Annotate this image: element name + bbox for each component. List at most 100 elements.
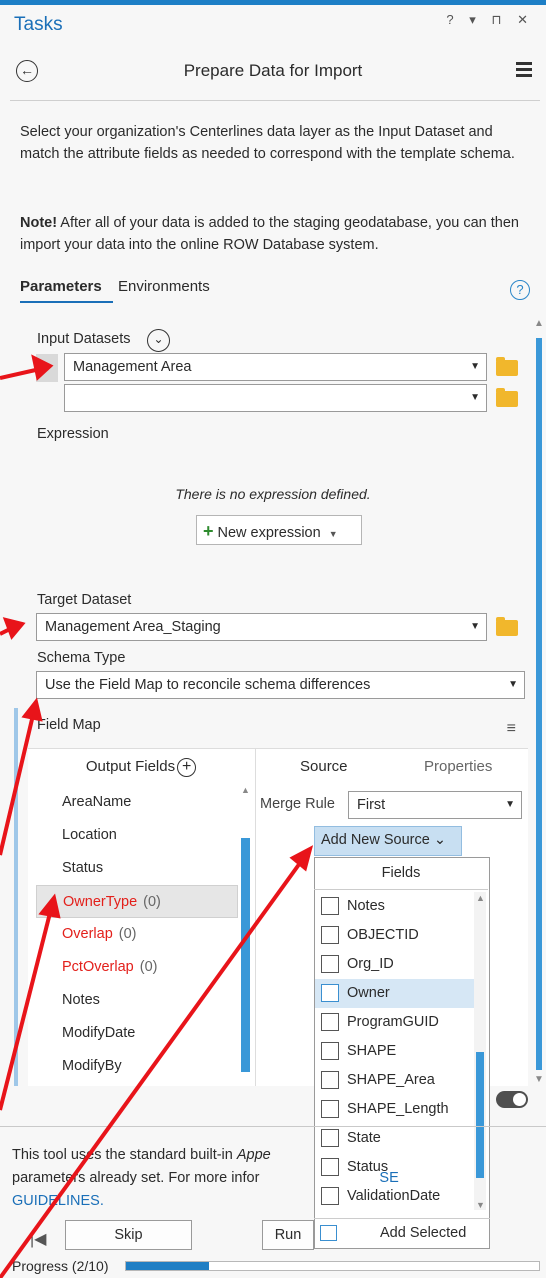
output-field-name: Notes [62, 992, 100, 1008]
field-label: Notes [347, 898, 385, 914]
field-label: ProgramGUID [347, 1014, 439, 1030]
checkbox[interactable] [321, 1071, 339, 1089]
pane-title: Tasks [14, 14, 63, 35]
help-icon[interactable]: ? [510, 280, 530, 300]
field-checkbox-item[interactable]: Org_ID [315, 950, 474, 979]
dropdown-caret-icon: ▼ [470, 361, 480, 372]
field-map-options-icon[interactable]: ≡ [507, 720, 516, 738]
note-bold: Note! [20, 215, 58, 231]
field-map-focus-band [14, 708, 18, 1086]
add-field-plus-icon[interactable]: + [177, 758, 197, 777]
checkbox[interactable] [321, 1100, 339, 1118]
folder-icon[interactable] [496, 388, 518, 407]
checkbox[interactable] [321, 1042, 339, 1060]
guidelines-link[interactable]: GUIDELINES. [12, 1193, 104, 1209]
parameters-scrollbar[interactable] [536, 338, 542, 1070]
no-expression-text: There is no expression defined. [175, 486, 371, 502]
output-field-name: Status [62, 860, 104, 876]
field-checkbox-item[interactable]: SHAPE [315, 1037, 474, 1066]
field-checkbox-item[interactable]: ProgramGUID [315, 1008, 474, 1037]
dropdown-caret-icon: ▼ [328, 529, 338, 539]
output-field-name: PctOverlap [62, 959, 134, 975]
expression-label: Expression [37, 426, 109, 442]
target-dataset-combo[interactable]: Management Area_Staging ▼ [36, 613, 487, 641]
active-tab-underline [20, 301, 113, 303]
list-icon [320, 1225, 337, 1241]
folder-icon[interactable] [496, 617, 518, 636]
target-dataset-label: Target Dataset [37, 592, 132, 608]
field-checkbox-item[interactable]: SHAPE_Length [315, 1095, 474, 1124]
merge-rule-combo[interactable]: First ▼ [348, 791, 522, 819]
tab-parameters[interactable]: Parameters [20, 278, 102, 295]
row-selection-marker[interactable] [36, 354, 58, 382]
annotation-arrow [0, 367, 41, 380]
checkbox[interactable] [321, 926, 339, 944]
scroll-up-arrow-icon[interactable]: ▲ [241, 785, 250, 795]
field-label: Org_ID [347, 956, 394, 972]
add-new-source-button[interactable]: Add New Source ⌄ [314, 826, 462, 856]
output-field-item[interactable]: Overlap (0) [36, 918, 238, 951]
output-field-count: (0) [118, 926, 137, 942]
field-label: SHAPE_Length [347, 1101, 449, 1117]
field-label: Owner [347, 985, 390, 1001]
tab-environments[interactable]: Environments [118, 278, 210, 295]
checkbox[interactable] [321, 1013, 339, 1031]
output-field-item[interactable]: ModifyBy [36, 1050, 238, 1083]
new-expression-button[interactable]: + New expression ▼ [196, 515, 362, 545]
add-selected-button[interactable]: Add Selected [314, 1218, 490, 1249]
field-checkbox-item[interactable]: Notes [315, 892, 474, 921]
output-field-item[interactable]: ModifyDate [36, 1017, 238, 1050]
first-step-icon[interactable]: |◀ [30, 1229, 46, 1249]
task-title: Prepare Data for Import [183, 61, 363, 80]
header-divider [10, 100, 540, 101]
checkbox[interactable] [321, 955, 339, 973]
pane-window-controls[interactable]: ? ▾ ⊓ ✕ [446, 12, 534, 28]
chevron-down-icon[interactable]: ⌄ [147, 329, 170, 352]
field-checkbox-item[interactable]: OBJECTID [315, 921, 474, 950]
run-button[interactable]: Run [262, 1220, 314, 1250]
scroll-up-arrow-icon[interactable]: ▲ [476, 893, 485, 903]
checkbox[interactable] [321, 897, 339, 915]
scroll-down-arrow-icon[interactable]: ▼ [534, 1074, 544, 1085]
tab-source[interactable]: Source [300, 758, 348, 775]
input-dataset-combo-2[interactable]: ▼ [64, 384, 487, 412]
output-field-item-selected[interactable]: OwnerType (0) [36, 885, 238, 918]
dropdown-caret-icon: ▼ [505, 799, 515, 810]
hamburger-menu-icon[interactable] [516, 62, 532, 80]
toggle-switch[interactable] [496, 1091, 528, 1108]
output-field-count: (0) [139, 959, 158, 975]
output-field-item[interactable]: Notes [36, 984, 238, 1017]
input-dataset-value-1: Management Area [73, 359, 192, 375]
add-selected-label: Add Selected [380, 1225, 467, 1241]
guidelines-link-tail[interactable]: SE [379, 1170, 398, 1186]
output-field-item[interactable]: Status [36, 852, 238, 885]
field-checkbox-item[interactable]: SHAPE_Area [315, 1066, 474, 1095]
skip-button[interactable]: Skip [65, 1220, 192, 1250]
info-line1: This tool uses the standard built-in [12, 1147, 237, 1163]
note-text: After all of your data is added to the s… [20, 215, 519, 253]
tab-properties[interactable]: Properties [424, 758, 492, 775]
task-note: Note! After all of your data is added to… [20, 212, 540, 256]
schema-type-combo[interactable]: Use the Field Map to reconcile schema di… [36, 671, 525, 699]
output-field-item[interactable]: PctOverlap (0) [36, 951, 238, 984]
info-line2: parameters already set. For more infor [12, 1170, 260, 1186]
schema-type-label: Schema Type [37, 650, 126, 666]
folder-icon[interactable] [496, 357, 518, 376]
output-fields-header: Output Fields + [28, 748, 254, 786]
output-field-item[interactable]: Location [36, 819, 238, 852]
output-fields-label: Output Fields [85, 758, 176, 775]
input-dataset-combo-1[interactable]: Management Area ▼ [64, 353, 487, 381]
field-label: SHAPE [347, 1043, 397, 1059]
scroll-up-arrow-icon[interactable]: ▲ [534, 318, 544, 329]
output-fields-list: AreaName Location Status OwnerType (0) Ov… [36, 786, 238, 1083]
output-fields-scrollbar[interactable] [241, 838, 250, 1072]
merge-rule-label: Merge Rule [260, 796, 335, 812]
output-field-count: (0) [143, 894, 161, 910]
output-field-name: Overlap [62, 926, 113, 942]
output-field-item[interactable]: AreaName [36, 786, 238, 819]
output-field-name: ModifyBy [62, 1058, 122, 1074]
progress-label: Progress (2/10) [12, 1258, 109, 1274]
chevron-down-icon: ⌄ [433, 832, 446, 848]
checkbox[interactable] [321, 984, 339, 1002]
field-checkbox-item-highlighted[interactable]: Owner [315, 979, 474, 1008]
